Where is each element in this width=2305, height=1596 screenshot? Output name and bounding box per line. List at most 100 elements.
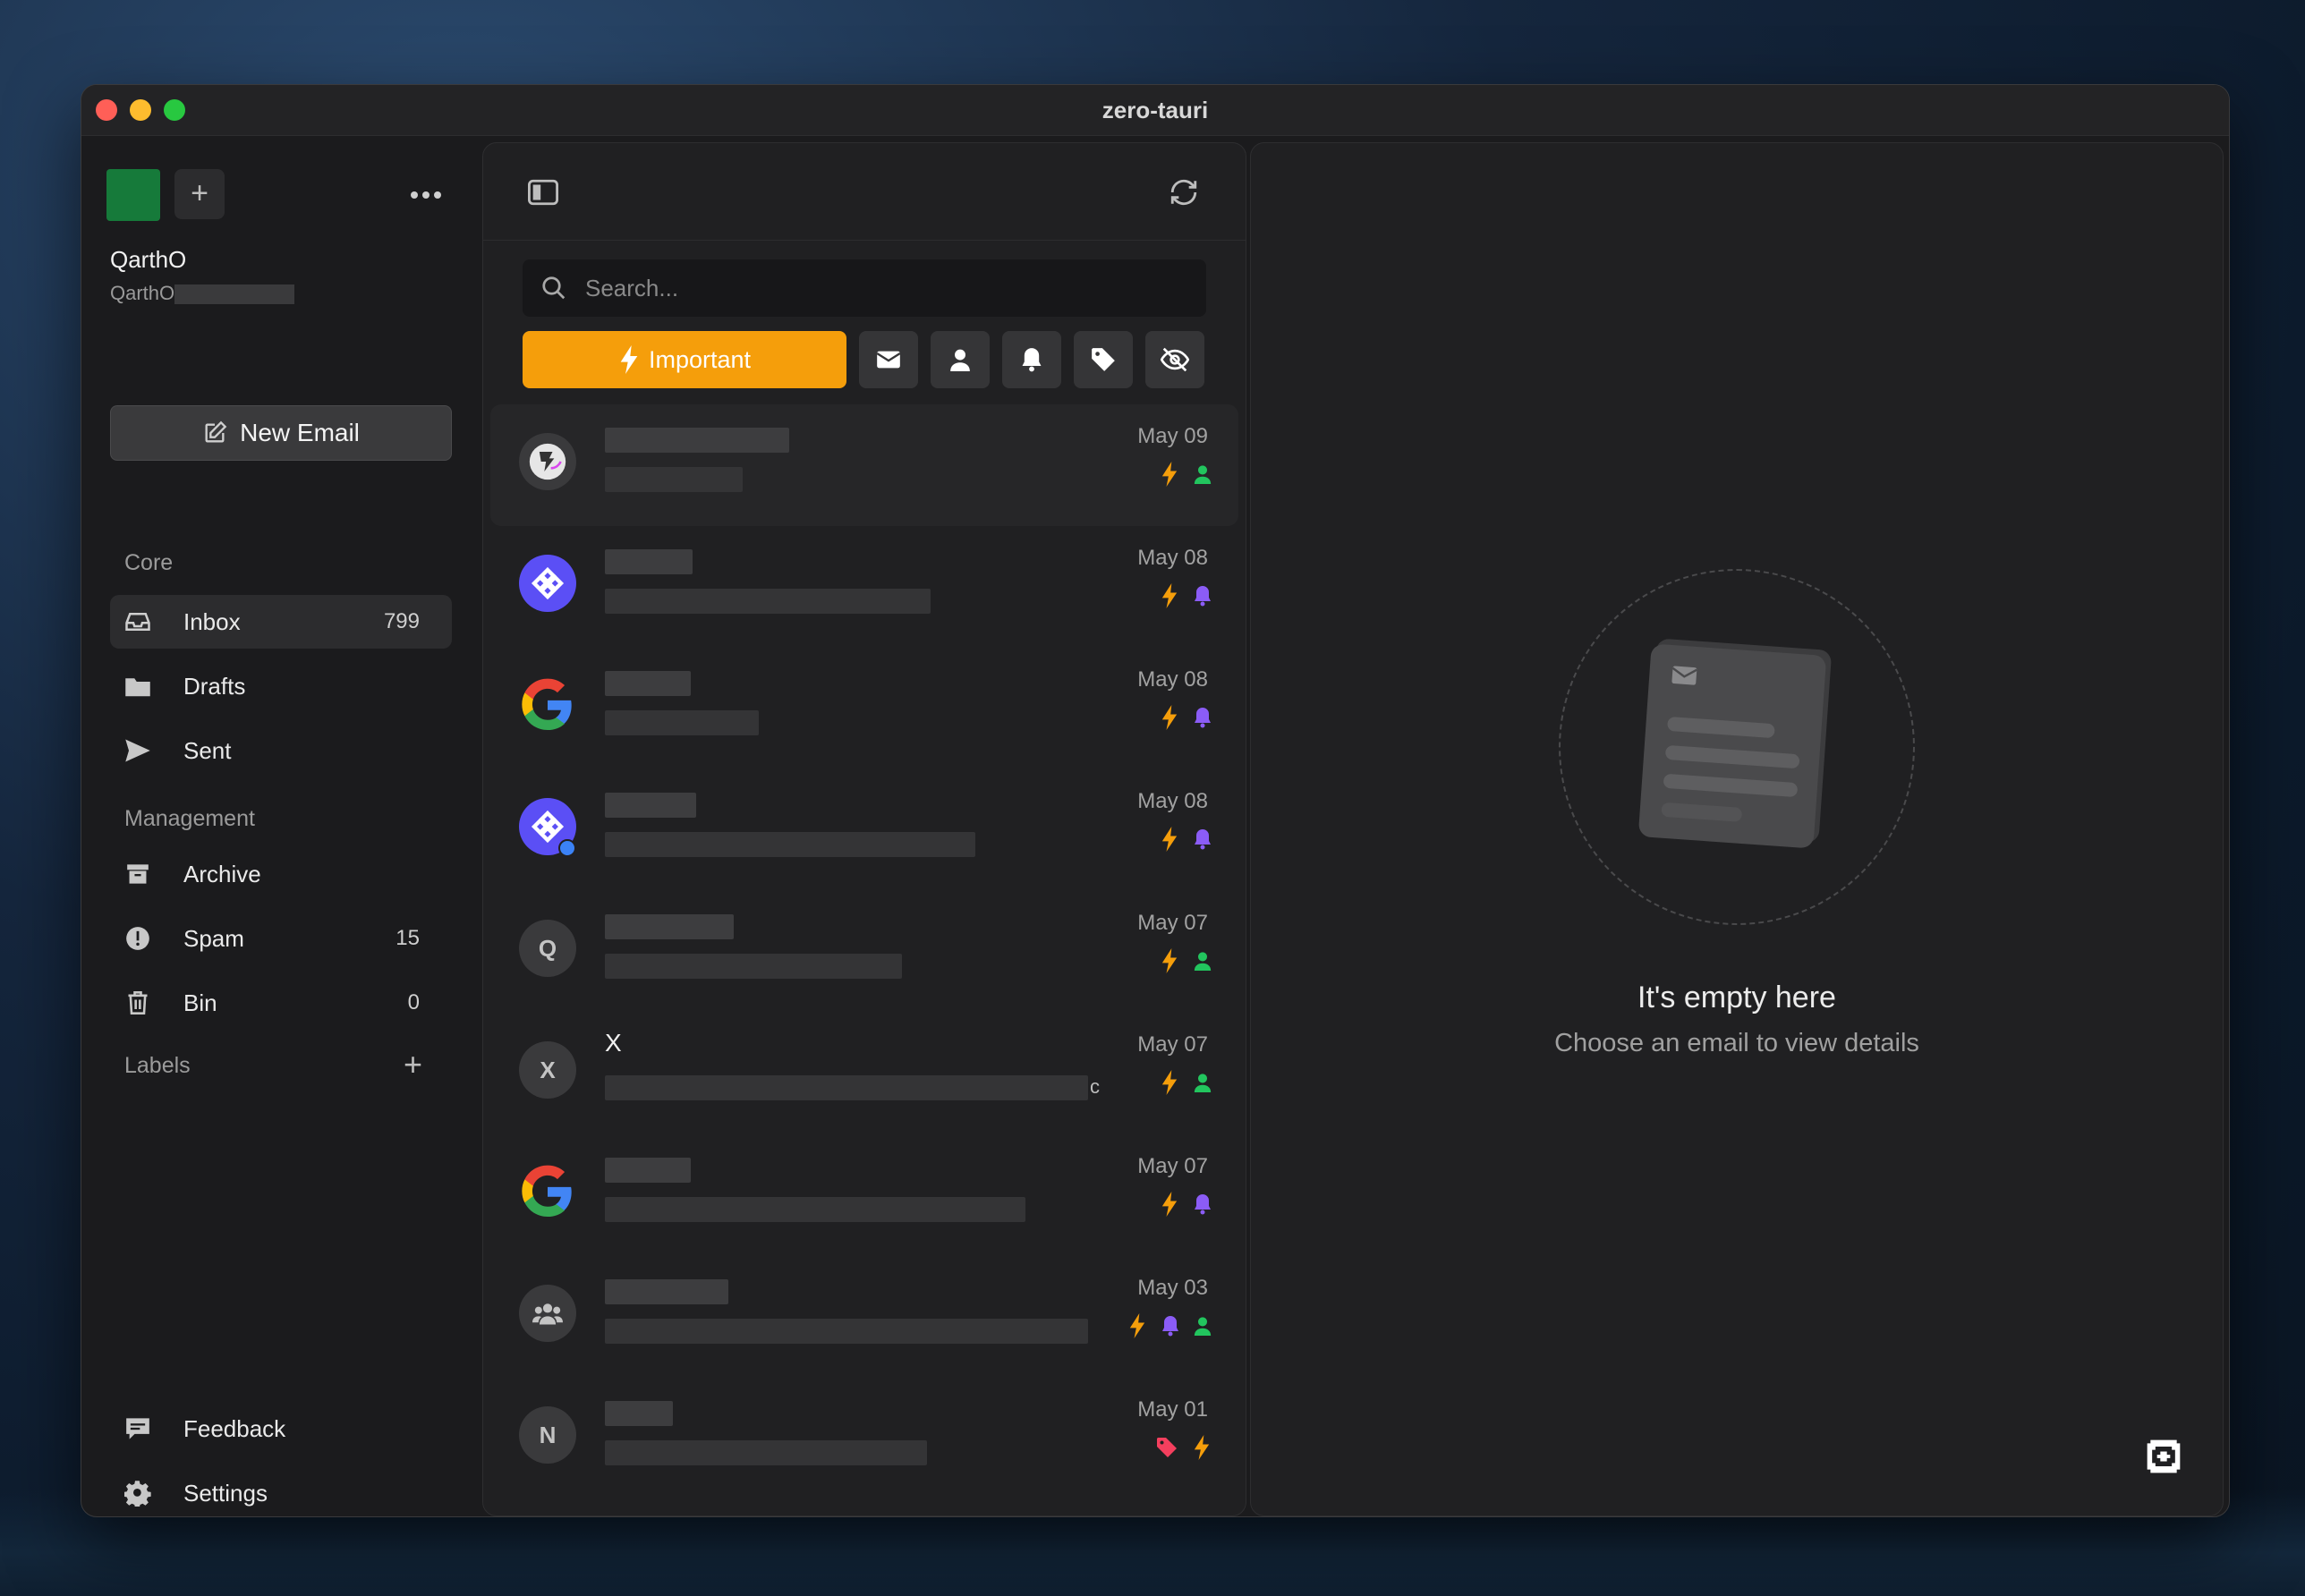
redacted-sender <box>605 1401 673 1426</box>
title-bar[interactable]: zero-tauri <box>81 85 2229 136</box>
email-row[interactable]: May 07 <box>490 1134 1238 1256</box>
refresh-button[interactable] <box>1169 177 1199 212</box>
plus-icon: + <box>191 176 208 210</box>
account-avatar[interactable] <box>106 169 160 221</box>
tag-icon <box>1157 1438 1177 1457</box>
redacted-sender <box>605 549 693 574</box>
bolt-icon <box>1161 705 1178 730</box>
redacted-subject <box>605 589 931 614</box>
email-row[interactable]: X X c May 07 <box>490 1013 1238 1134</box>
sidebar-item-label: Feedback <box>183 1414 286 1442</box>
filter-bar: Important <box>523 331 1204 390</box>
email-tags <box>1160 827 1212 852</box>
new-email-button[interactable]: New Email <box>110 405 452 461</box>
mail-icon <box>1671 666 1697 685</box>
send-icon <box>123 735 153 766</box>
compose-icon <box>205 420 227 443</box>
doc-line <box>1663 773 1799 798</box>
bolt-icon <box>1161 1070 1178 1095</box>
sidebar-item-feedback[interactable]: Feedback <box>110 1402 452 1456</box>
email-sender: X <box>605 1029 622 1057</box>
email-row[interactable]: N May 01 <box>490 1378 1238 1499</box>
person-icon <box>1194 952 1212 971</box>
redacted-sender <box>605 671 691 696</box>
redacted-subject <box>605 710 759 735</box>
sidebar-item-drafts[interactable]: Drafts <box>110 659 452 713</box>
group-icon <box>532 1303 563 1325</box>
redacted-subject <box>605 954 902 979</box>
list-header <box>483 143 1246 241</box>
sidebar-item-label: Drafts <box>183 672 246 700</box>
redacted-sender <box>605 793 696 818</box>
email-row[interactable]: May 08 <box>490 526 1238 648</box>
email-tags <box>1127 1313 1212 1338</box>
sidebar-toggle-button[interactable] <box>528 179 558 210</box>
sidebar-item-spam[interactable]: Spam 15 <box>110 912 452 965</box>
search-input[interactable] <box>583 273 1124 303</box>
sender-avatar <box>519 1163 576 1220</box>
inbox-count: 799 <box>383 609 420 633</box>
sender-avatar: X <box>519 1041 576 1099</box>
empty-state-subtitle: Choose an email to view details <box>1554 1029 1919 1057</box>
email-row[interactable]: May 09 <box>490 404 1238 526</box>
more-options-button[interactable] <box>404 176 448 208</box>
account-email-text: QarthO <box>110 282 175 304</box>
bell-icon <box>1195 708 1211 728</box>
email-detail-panel: It's empty here Choose an email to view … <box>1250 142 2224 1516</box>
sender-avatar: N <box>519 1406 576 1464</box>
sender-avatar <box>519 555 576 612</box>
sender-avatar <box>519 433 576 490</box>
filter-mail-button[interactable] <box>859 331 918 388</box>
person-icon <box>950 349 970 371</box>
sidebar-item-sent[interactable]: Sent <box>110 724 452 777</box>
email-tags <box>1160 583 1212 608</box>
archive-icon <box>123 859 153 889</box>
email-date: May 07 <box>1137 911 1208 935</box>
bell-icon <box>1022 348 1042 372</box>
filter-tag-button[interactable] <box>1074 331 1133 388</box>
bolt-icon <box>620 345 638 374</box>
sidebar-item-settings[interactable]: Settings <box>110 1466 452 1516</box>
bolt-icon <box>1161 827 1178 852</box>
redacted-subject <box>605 832 975 857</box>
sidebar-item-bin[interactable]: Bin 0 <box>110 976 452 1030</box>
filter-bell-button[interactable] <box>1002 331 1061 388</box>
app-logo-icon[interactable] <box>2144 1437 2183 1476</box>
folder-icon <box>123 671 153 701</box>
bolt-icon <box>1194 1435 1210 1460</box>
sidebar-item-inbox[interactable]: Inbox 799 <box>110 595 452 649</box>
sidebar-item-label: Inbox <box>183 607 241 635</box>
section-core: Core <box>124 550 174 575</box>
redacted-sender <box>605 1279 728 1304</box>
filter-hidden-button[interactable] <box>1145 331 1204 388</box>
email-row[interactable]: May 08 <box>490 648 1238 769</box>
eye-off-icon <box>1161 347 1189 372</box>
redacted-block <box>174 284 295 305</box>
email-row[interactable]: May 03 <box>490 1256 1238 1378</box>
important-filter-button[interactable]: Important <box>523 331 846 388</box>
sender-avatar <box>519 676 576 734</box>
search-icon <box>542 276 566 300</box>
redacted-sender <box>605 428 789 453</box>
empty-state-title: It's empty here <box>1637 981 1836 1014</box>
email-tags <box>1160 1070 1212 1095</box>
sidebar-item-label: Settings <box>183 1479 268 1507</box>
add-label-button[interactable]: + <box>404 1046 422 1083</box>
email-row[interactable]: Q May 07 <box>490 891 1238 1013</box>
search-bar[interactable] <box>523 259 1206 317</box>
unread-dot <box>558 839 576 857</box>
important-filter-label: Important <box>648 345 752 373</box>
sidebar-item-label: Spam <box>183 924 244 952</box>
email-row[interactable]: May 08 <box>490 769 1238 891</box>
account-name: QarthO <box>110 246 187 273</box>
sidebar-item-archive[interactable]: Archive <box>110 847 452 901</box>
redacted-subject <box>605 1075 1088 1100</box>
email-date: May 07 <box>1137 1032 1208 1057</box>
sidebar: + QarthO QarthO New Email Core Inbox 799… <box>81 135 475 1516</box>
email-tags <box>1160 1192 1212 1217</box>
sidebar-item-label: Archive <box>183 860 261 887</box>
redacted-sender <box>605 914 734 939</box>
filter-person-button[interactable] <box>931 331 990 388</box>
add-account-button[interactable]: + <box>174 169 225 219</box>
redacted-subject <box>605 1319 1088 1344</box>
